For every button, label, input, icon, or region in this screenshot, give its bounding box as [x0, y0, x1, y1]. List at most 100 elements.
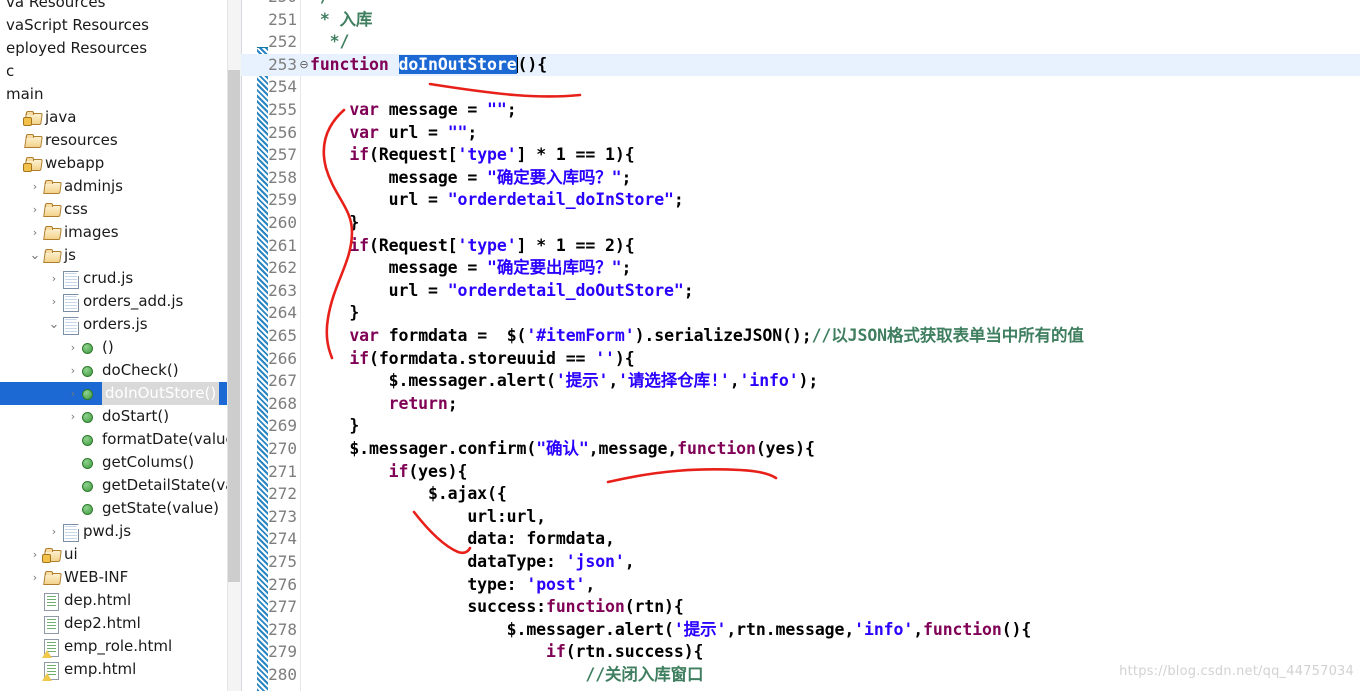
chevron-right-icon[interactable]: › — [66, 336, 80, 359]
tree-item-java[interactable]: java — [0, 106, 227, 129]
tree-item-web-inf[interactable]: › WEB-INF — [0, 566, 227, 589]
code-line-252[interactable]: 252 */ — [241, 31, 1360, 54]
chevron-right-icon[interactable]: › — [66, 359, 80, 382]
eclipse-ide-window: va Resources vaScript Resources eployed Re… — [0, 0, 1360, 691]
code-line-277[interactable]: 277 success:function(rtn){ — [241, 596, 1360, 619]
code-line-263[interactable]: 263 url = "orderdetail_doOutStore"; — [241, 280, 1360, 303]
chevron-right-icon[interactable]: › — [28, 543, 42, 566]
tree-item-webapp[interactable]: webapp — [0, 152, 227, 175]
chevron-right-icon[interactable]: › — [47, 267, 61, 290]
tree-item-label: doInOutStore() — [102, 382, 220, 405]
line-number: 275 — [268, 552, 297, 571]
chevron-right-icon[interactable]: › — [28, 566, 42, 589]
tree-item-c[interactable]: c — [0, 60, 227, 83]
code-line-251[interactable]: 251 * 入库 — [241, 9, 1360, 32]
code-line-267[interactable]: 267 $.messager.alert('提示','请选择仓库!','info… — [241, 370, 1360, 393]
chevron-right-icon[interactable]: › — [66, 405, 80, 428]
tree-item-label: eployed Resources — [6, 39, 148, 57]
tree-item-label: crud.js — [83, 269, 134, 287]
folder-icon — [25, 129, 43, 152]
chevron-right-icon[interactable]: › — [28, 175, 42, 198]
tree-item-eployed-resources[interactable]: eployed Resources — [0, 37, 227, 60]
code-line-279[interactable]: 279 if(rtn.success){ — [241, 641, 1360, 664]
code-text: if(Request['type'] * 1 == 2){ — [349, 235, 635, 255]
code-text: * 入库 — [310, 9, 373, 29]
method-icon — [82, 359, 100, 382]
chevron-right-icon[interactable]: › — [28, 221, 42, 244]
code-line-257[interactable]: 257 if(Request['type'] * 1 == 1){ — [241, 144, 1360, 167]
code-line-271[interactable]: 271 if(yes){ — [241, 461, 1360, 484]
line-number: 259 — [268, 190, 297, 210]
code-text: success:function(rtn){ — [310, 597, 684, 617]
code-line-278[interactable]: 278 $.messager.alert('提示',rtn.message,'i… — [241, 619, 1360, 642]
tree-item-formatdate-value[interactable]: formatDate(value) — [0, 428, 227, 451]
tree-item-doinoutstore[interactable]: › doInOutStore() — [0, 382, 227, 405]
code-line-258[interactable]: 258 message = "确定要入库吗？"; — [241, 167, 1360, 190]
tree-item-dep-html[interactable]: dep.html — [0, 589, 227, 612]
chevron-down-icon[interactable]: ⌄ — [28, 244, 42, 267]
js-file-icon — [63, 290, 81, 313]
tree-item-dep2-html[interactable]: dep2.html — [0, 612, 227, 635]
code-editor[interactable]: 250*/251 * 入库252 */253⊖function doInOutS… — [241, 0, 1360, 691]
code-line-268[interactable]: 268 return; — [241, 393, 1360, 416]
tree-item-label: adminjs — [64, 177, 123, 195]
code-line-264[interactable]: 264 } — [241, 302, 1360, 325]
code-line-253[interactable]: 253 ⊖ function doInOutStore(){ — [241, 53, 1360, 77]
code-text: $.messager.confirm("确认",message,function… — [310, 439, 815, 458]
code-text: } — [310, 416, 360, 436]
tree-item-[interactable]: › () — [0, 336, 227, 359]
tree-item-ui[interactable]: › ui — [0, 543, 227, 566]
js-file-icon — [63, 313, 81, 336]
code-line-270[interactable]: 270 $.messager.confirm("确认",message,func… — [241, 438, 1360, 461]
code-line-255[interactable]: 255 var message = ""; — [241, 99, 1360, 122]
tree-item-resources[interactable]: resources — [0, 129, 227, 152]
chevron-down-icon[interactable]: ⌄ — [0, 83, 4, 106]
tree-item-orders-add-js[interactable]: › orders_add.js — [0, 290, 227, 313]
code-line-265[interactable]: 265 var formdata = $('#itemForm').serial… — [241, 325, 1360, 348]
tree-item-vascript-resources[interactable]: vaScript Resources — [0, 14, 227, 37]
code-line-275[interactable]: 275 dataType: 'json', — [241, 551, 1360, 574]
code-line-254[interactable]: 254 — [241, 76, 1360, 99]
tree-item-orders-js[interactable]: ⌄ orders.js — [0, 313, 227, 336]
chevron-right-icon[interactable]: › — [28, 198, 42, 221]
tree-item-pwd-js[interactable]: › pwd.js — [0, 520, 227, 543]
tree-item-va-resources[interactable]: va Resources — [0, 0, 227, 14]
fold-collapse-icon[interactable]: ⊖ — [298, 54, 310, 77]
code-line-256[interactable]: 256 var url = ""; — [241, 122, 1360, 145]
js-file-icon — [63, 267, 81, 290]
tree-item-adminjs[interactable]: › adminjs — [0, 175, 227, 198]
code-line-274[interactable]: 274 data: formdata, — [241, 528, 1360, 551]
tree-item-crud-js[interactable]: › crud.js — [0, 267, 227, 290]
chevron-right-icon[interactable]: › — [47, 520, 61, 543]
code-line-266[interactable]: 266 if(formdata.storeuuid == ''){ — [241, 348, 1360, 371]
tree-item-label: getColums() — [102, 453, 195, 471]
tree-item-css[interactable]: › css — [0, 198, 227, 221]
tree-item-emp-html[interactable]: emp.html — [0, 658, 227, 681]
tree-item-emp-role-html[interactable]: emp_role.html — [0, 635, 227, 658]
package-explorer-tree[interactable]: va Resources vaScript Resources eployed Re… — [0, 0, 227, 691]
tree-item-getstate-value[interactable]: getState(value) — [0, 497, 227, 520]
chevron-down-icon[interactable]: ⌄ — [47, 313, 61, 336]
html-file-warn-icon — [42, 635, 62, 658]
code-line-272[interactable]: 272 $.ajax({ — [241, 483, 1360, 506]
code-line-276[interactable]: 276 type: 'post', — [241, 574, 1360, 597]
tree-item-getcolums[interactable]: getColums() — [0, 451, 227, 474]
code-line-259[interactable]: 259 url = "orderdetail_doInStore"; — [241, 189, 1360, 212]
chevron-right-icon[interactable]: › — [66, 382, 80, 405]
tree-item-docheck[interactable]: › doCheck() — [0, 359, 227, 382]
code-line-250[interactable]: 250 */ — [241, 0, 1360, 9]
tree-item-label: dep.html — [64, 591, 132, 609]
code-line-262[interactable]: 262 message = "确定要出库吗？"; — [241, 257, 1360, 280]
code-text: if(yes){ — [388, 461, 468, 481]
tree-item-dostart[interactable]: › doStart() — [0, 405, 227, 428]
tree-item-images[interactable]: › images — [0, 221, 227, 244]
code-line-260[interactable]: 260 } — [241, 212, 1360, 235]
tree-item-main[interactable]: ⌄main — [0, 83, 227, 106]
tree-item-getdetailstate-value[interactable]: getDetailState(value — [0, 474, 227, 497]
chevron-right-icon[interactable]: › — [47, 290, 61, 313]
code-line-269[interactable]: 269 } — [241, 415, 1360, 438]
explorer-scrollbar-thumb[interactable] — [228, 70, 240, 582]
tree-item-js[interactable]: ⌄ js — [0, 244, 227, 267]
code-line-261[interactable]: 261 if(Request['type'] * 1 == 2){ — [241, 235, 1360, 258]
code-line-273[interactable]: 273 url:url, — [241, 506, 1360, 529]
